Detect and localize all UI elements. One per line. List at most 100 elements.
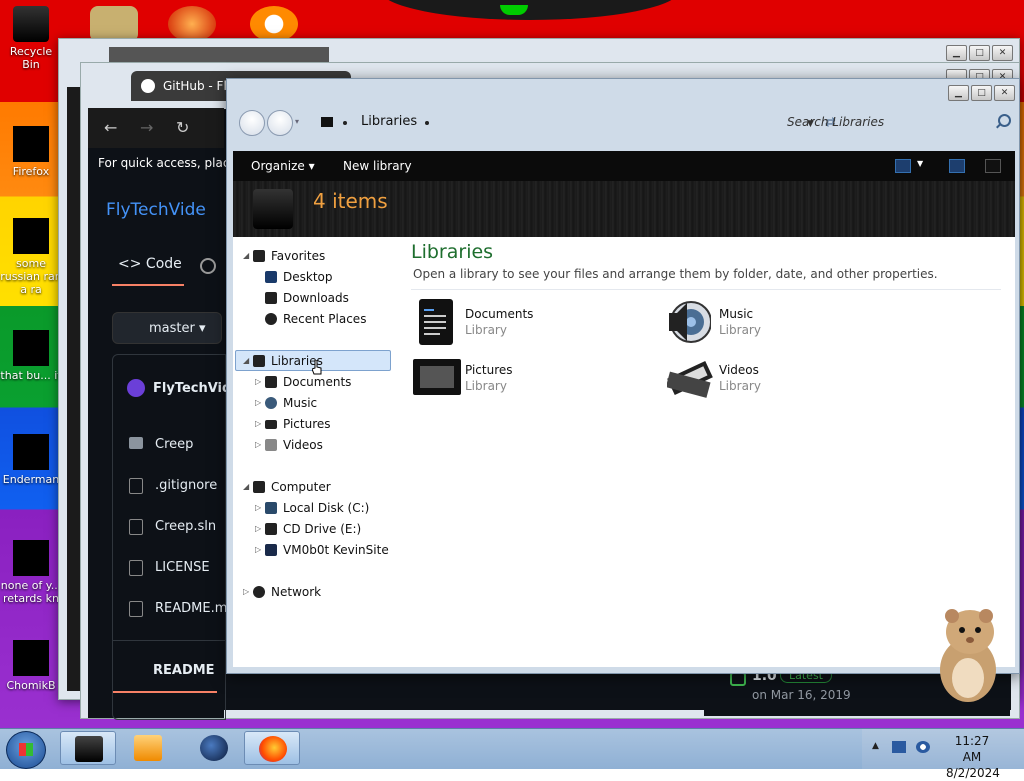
start-button[interactable] <box>6 731 46 769</box>
nav-label: Music <box>283 396 318 410</box>
file-row[interactable]: .gitignore <box>129 478 217 494</box>
collapsed-arrow-icon[interactable]: ▷ <box>243 587 249 596</box>
collapsed-arrow-icon[interactable]: ▷ <box>255 503 261 512</box>
file-row[interactable]: Creep.sln <box>129 519 216 535</box>
commit-owner[interactable]: FlyTechVide <box>127 379 240 397</box>
desktop: Recycle Bin Firefox some russian ran a r… <box>0 0 1024 728</box>
desktop-app-icon[interactable] <box>90 6 138 42</box>
library-item-music[interactable]: Music Library <box>667 299 907 349</box>
recent-pages-icon[interactable]: ▾ <box>295 117 299 126</box>
taskbar-explorer[interactable] <box>60 731 116 765</box>
library-item-videos[interactable]: Videos Library <box>665 355 907 405</box>
command-bar: Organize ▾ New library ▼ <box>233 151 1015 181</box>
network-tray-icon[interactable] <box>892 741 906 753</box>
desktop-icon <box>265 271 277 283</box>
help-icon[interactable] <box>985 159 1001 173</box>
clock[interactable]: 11:27 AM 8/2/2024 <box>946 733 1000 781</box>
preview-pane-icon[interactable] <box>949 159 965 173</box>
new-library-button[interactable]: New library <box>343 159 412 173</box>
library-item-pictures[interactable]: Pictures Library <box>413 355 653 405</box>
taskbar-media-player[interactable] <box>120 731 176 765</box>
collapsed-arrow-icon[interactable]: ▷ <box>255 377 261 386</box>
tab-code[interactable]: <> Code <box>118 256 182 272</box>
repo-name-link[interactable]: FlyTechVide <box>106 200 206 220</box>
desktop-icon-enderman[interactable]: Enderman <box>0 434 62 486</box>
desktop-icon-label: Firefox <box>12 165 50 178</box>
network-drive-icon <box>265 544 277 556</box>
maximize-button[interactable]: □ <box>971 85 992 101</box>
file-icon <box>13 540 49 576</box>
taskbar-firefox[interactable] <box>244 731 300 765</box>
desktop-icon-label: some russian ran a ra <box>0 257 62 296</box>
reload-icon[interactable]: ↻ <box>176 118 189 137</box>
recent-places-icon <box>265 313 277 325</box>
desktop-icon-none-of-y[interactable]: none of y... retards kn <box>0 540 62 605</box>
desktop-icon-firefox[interactable]: Firefox <box>0 126 62 178</box>
readme-label: README <box>153 663 215 678</box>
file-icon <box>129 560 143 576</box>
readme-tab[interactable]: README <box>112 640 226 701</box>
file-row[interactable]: LICENSE <box>129 560 210 576</box>
breadcrumb-libraries[interactable]: Libraries <box>361 114 417 129</box>
desktop-icon-russian[interactable]: some russian ran a ra <box>0 218 62 296</box>
explorer-window[interactable]: ▁ □ ✕ ▾ Libraries ▼ ⇄ Search Libraries O… <box>226 78 1020 674</box>
chevron-down-icon[interactable]: ▼ <box>917 159 923 168</box>
close-button[interactable]: ✕ <box>994 85 1015 101</box>
collapsed-arrow-icon[interactable]: ▷ <box>255 524 261 533</box>
library-type: Library <box>719 323 761 337</box>
taskbar-globe[interactable] <box>186 731 242 765</box>
desktop-app-icon[interactable] <box>168 6 216 42</box>
search-icon[interactable] <box>998 114 1011 127</box>
collapsed-arrow-icon[interactable]: ▷ <box>255 545 261 554</box>
divider <box>411 289 1001 290</box>
breadcrumb-separator[interactable] <box>425 121 429 125</box>
page-subtitle: Open a library to see your files and arr… <box>413 267 938 281</box>
computer-icon <box>253 481 265 493</box>
browser-nav-bar: ← → ↻ <box>88 108 224 148</box>
close-button[interactable]: ✕ <box>992 45 1013 61</box>
search-placeholder: Search Libraries <box>787 115 885 129</box>
forward-button[interactable] <box>267 110 293 136</box>
collapsed-arrow-icon[interactable]: ▷ <box>255 398 261 407</box>
maximize-button[interactable]: □ <box>969 45 990 61</box>
minimize-button[interactable]: ▁ <box>948 85 969 101</box>
breadcrumb-separator[interactable] <box>343 121 347 125</box>
organize-button[interactable]: Organize ▾ <box>251 159 315 173</box>
library-item-documents[interactable]: Documents Library <box>413 299 653 349</box>
address-bar[interactable]: Libraries ▼ ⇄ <box>313 111 836 133</box>
expanded-arrow-icon[interactable]: ◢ <box>243 482 249 491</box>
volume-tray-icon[interactable] <box>916 741 930 753</box>
firefox-icon <box>13 126 49 162</box>
videos-icon <box>265 439 277 451</box>
desktop-icon-label: Enderman <box>2 473 60 486</box>
documents-icon <box>265 376 277 388</box>
avatar <box>127 379 145 397</box>
collapsed-arrow-icon[interactable]: ▷ <box>255 440 261 449</box>
hamster-sticker <box>940 609 996 702</box>
search-input[interactable]: Search Libraries <box>781 111 1015 133</box>
address-bar-row: ▾ Libraries ▼ ⇄ Search Libraries <box>233 103 1013 143</box>
branch-selector[interactable]: master ▾ <box>112 312 222 344</box>
library-type: Library <box>465 323 507 337</box>
show-hidden-icons[interactable]: ▲ <box>872 741 879 751</box>
code-icon: <> <box>118 256 146 272</box>
issues-icon[interactable] <box>200 258 216 274</box>
tab-underline <box>112 284 184 286</box>
file-row[interactable]: README.m <box>129 601 227 617</box>
back-button[interactable] <box>239 110 265 136</box>
expanded-arrow-icon[interactable]: ◢ <box>243 356 249 365</box>
back-arrow-icon[interactable]: ← <box>104 118 117 137</box>
view-options-icon[interactable] <box>895 159 911 173</box>
expanded-arrow-icon[interactable]: ◢ <box>243 251 249 260</box>
minimize-button[interactable]: ▁ <box>946 45 967 61</box>
folder-icon <box>129 437 143 449</box>
downloads-icon <box>265 292 277 304</box>
desktop-icon-that-bu[interactable]: that bu... it <box>0 330 62 382</box>
desktop-icon-recycle-bin[interactable]: Recycle Bin <box>0 6 62 71</box>
desktop-app-icon[interactable] <box>250 6 298 42</box>
desktop-icon-chomik[interactable]: ChomikB <box>0 640 62 692</box>
library-name: Videos <box>719 363 759 377</box>
forward-arrow-icon[interactable]: → <box>140 118 153 137</box>
file-row[interactable]: Creep <box>129 437 193 452</box>
collapsed-arrow-icon[interactable]: ▷ <box>255 419 261 428</box>
